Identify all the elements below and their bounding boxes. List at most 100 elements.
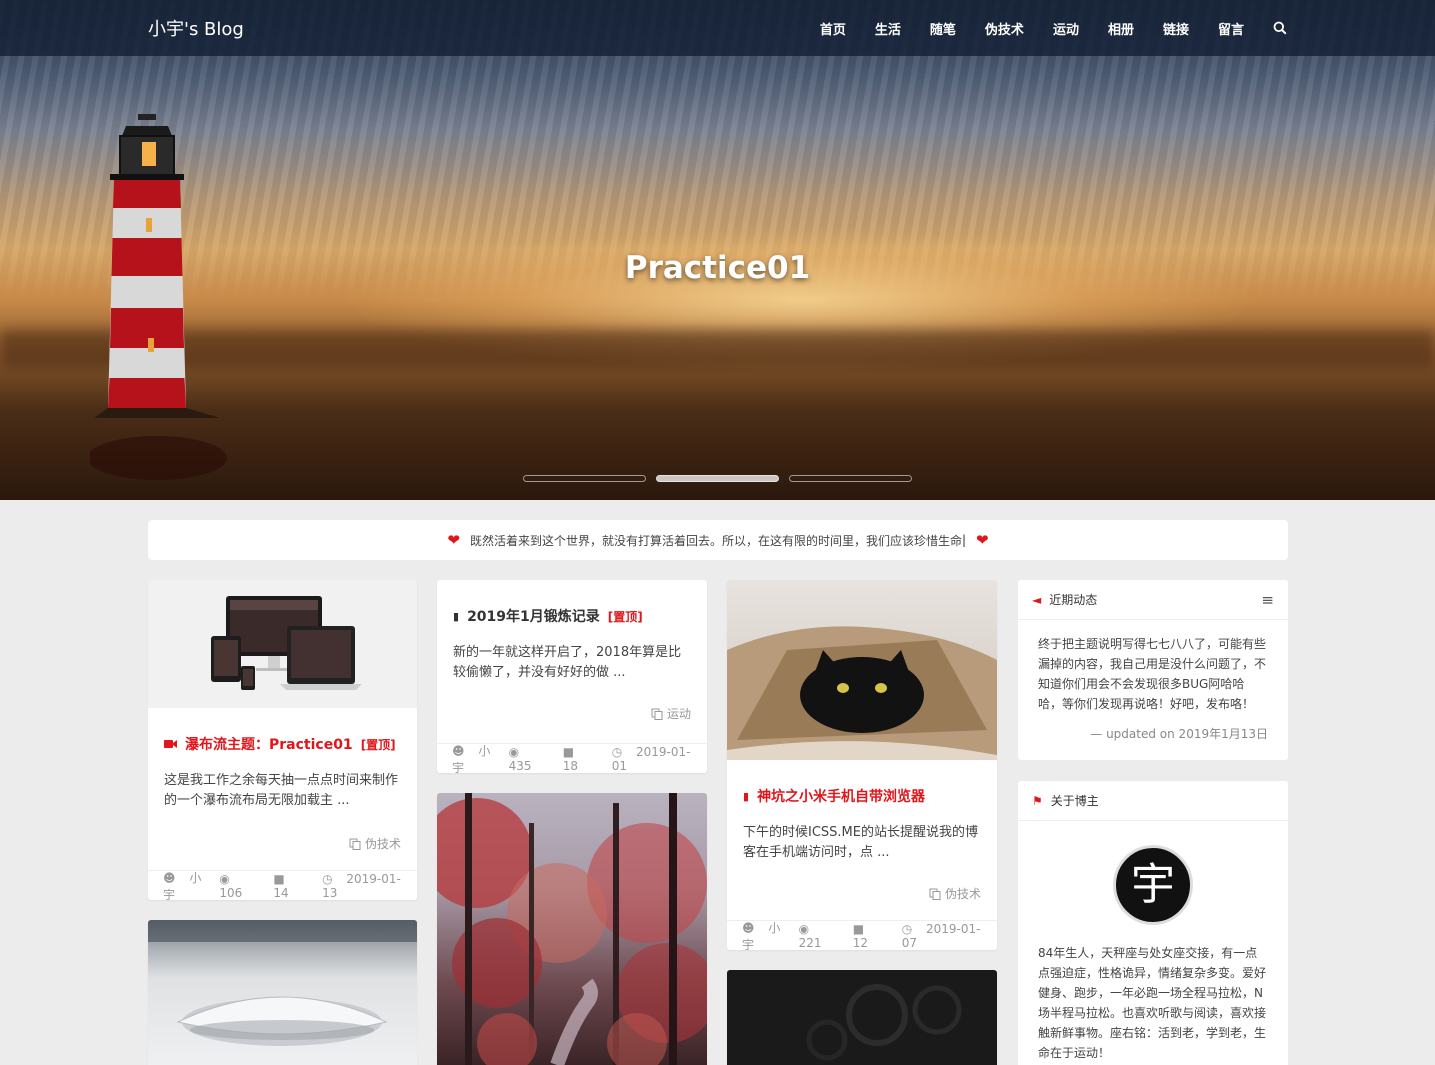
book-icon: ▮ bbox=[743, 789, 750, 803]
comments[interactable]: ■ 12 bbox=[853, 922, 892, 950]
widget-title: 关于博主 bbox=[1050, 794, 1099, 808]
recent-updates-widget: ◄ 近期动态 ≡ 终于把主题说明写得七七八八了，可能有些漏掉的内容，我自己用是没… bbox=[1018, 580, 1288, 760]
post-card[interactable] bbox=[148, 920, 417, 1065]
lighthouse-illustration bbox=[90, 114, 227, 480]
copy-icon bbox=[651, 708, 663, 720]
user-icon: ☻ bbox=[452, 743, 465, 758]
nav-item-guestbook[interactable]: 留言 bbox=[1218, 19, 1244, 38]
search-icon[interactable] bbox=[1273, 21, 1287, 35]
post-date: ◷ 2019-01-13 bbox=[322, 872, 402, 900]
widget-header: ⚑ 关于博主 bbox=[1018, 781, 1288, 821]
post-card[interactable] bbox=[727, 970, 997, 1065]
post-date-text: 2019-01-07 bbox=[901, 921, 981, 950]
recent-text: 终于把主题说明写得七七八八了，可能有些漏掉的内容，我自己用是没什么问题了，不知道… bbox=[1038, 637, 1267, 711]
site-brand[interactable]: 小宇's Blog bbox=[148, 15, 244, 41]
pinned-badge: [置顶] bbox=[360, 737, 396, 752]
nav-item-home[interactable]: 首页 bbox=[820, 19, 846, 38]
comment-icon: ■ bbox=[273, 871, 285, 886]
motto-text: 既然活着来到这个世界，就没有打算活着回去。所以，在这有限的时间里，我们应该珍惜生… bbox=[469, 533, 962, 548]
nav-item-links[interactable]: 链接 bbox=[1163, 19, 1189, 38]
post-thumbnail[interactable] bbox=[148, 920, 417, 1065]
about-text: 84年生人，天秤座与处女座交接，有一点点强迫症，性格诡异，情绪复杂多变。爱好健身… bbox=[1038, 946, 1267, 1060]
post-title-text: 神坑之小米手机自带浏览器 bbox=[757, 789, 926, 805]
views: ◉ 106 bbox=[219, 872, 263, 900]
views: ◉ 221 bbox=[799, 922, 843, 950]
post-title-text: 2019年1月锻炼记录 bbox=[467, 609, 600, 625]
nav-item-sport[interactable]: 运动 bbox=[1053, 19, 1079, 38]
author[interactable]: ☻ 小宇 bbox=[452, 742, 499, 774]
comment-count: 12 bbox=[852, 935, 869, 950]
post-title[interactable]: ▮ 2019年1月锻炼记录 [置顶] bbox=[453, 606, 691, 626]
devices-mockup-image bbox=[211, 596, 362, 690]
post-thumbnail[interactable] bbox=[727, 580, 997, 760]
cat-in-bag-image bbox=[727, 626, 997, 760]
widget-body: 终于把主题说明写得七七八八了，可能有些漏掉的内容，我自己用是没什么问题了，不知道… bbox=[1018, 620, 1288, 758]
nav-item-album[interactable]: 相册 bbox=[1108, 19, 1134, 38]
post-thumbnail[interactable] bbox=[148, 580, 417, 708]
video-icon bbox=[164, 740, 177, 748]
post-title-text: 瀑布流主题：Practice01 bbox=[185, 737, 353, 753]
post-date: ◷ 2019-01-01 bbox=[612, 745, 692, 773]
author[interactable]: ☻ 小宇 bbox=[742, 919, 789, 951]
pinned-badge: [置顶] bbox=[607, 609, 643, 624]
menu-icon[interactable]: ≡ bbox=[1261, 591, 1274, 609]
comment-count: 18 bbox=[562, 758, 579, 773]
updated-text: — updated on 2019年1月13日 bbox=[1090, 727, 1268, 741]
post-card[interactable]: ▮ 2019年1月锻炼记录 [置顶] 新的一年就这样开启了，2018年算是比较偷… bbox=[437, 580, 707, 773]
post-date: ◷ 2019-01-07 bbox=[902, 922, 982, 950]
dark-ornament-image bbox=[806, 984, 962, 1061]
slider-indicators bbox=[523, 475, 912, 482]
mouse-image bbox=[148, 920, 417, 1046]
post-card[interactable] bbox=[437, 793, 707, 1065]
post-category-label: 伪技术 bbox=[364, 837, 401, 851]
post-excerpt: 下午的时候ICSS.ME的站长提醒说我的博客在手机端访问时，点 ... bbox=[743, 825, 978, 860]
megaphone-icon: ◄ bbox=[1032, 592, 1042, 607]
comments[interactable]: ■ 14 bbox=[273, 872, 312, 900]
slider-dot-2[interactable] bbox=[656, 475, 779, 482]
widget-header: ◄ 近期动态 ≡ bbox=[1018, 580, 1288, 620]
book-icon: ▮ bbox=[453, 609, 460, 623]
avatar[interactable]: 宇 bbox=[1113, 845, 1193, 925]
bookmark-icon: ⚑ bbox=[1032, 793, 1043, 808]
widget-title: 近期动态 bbox=[1049, 593, 1098, 607]
post-category[interactable]: 运动 bbox=[453, 705, 691, 723]
view-count: 106 bbox=[219, 885, 243, 900]
post-thumbnail[interactable] bbox=[727, 970, 997, 1065]
slider-dot-1[interactable] bbox=[523, 475, 646, 482]
author[interactable]: ☻ 小宇 bbox=[163, 869, 209, 901]
comment-icon: ■ bbox=[562, 744, 575, 759]
post-meta: ☻ 小宇 ◉ 435 ■ 18 ◷ 2019-01-01 bbox=[437, 743, 707, 773]
autumn-forest-image bbox=[437, 793, 707, 1065]
user-icon: ☻ bbox=[163, 870, 176, 885]
eye-icon: ◉ bbox=[798, 921, 810, 936]
post-title[interactable]: 瀑布流主题：Practice01 [置顶] bbox=[164, 734, 401, 754]
motto-banner: ❤ 既然活着来到这个世界，就没有打算活着回去。所以，在这有限的时间里，我们应该珍… bbox=[148, 520, 1288, 560]
comments[interactable]: ■ 18 bbox=[563, 745, 602, 773]
post-meta: ☻ 小宇 ◉ 221 ■ 12 ◷ 2019-01-07 bbox=[727, 920, 997, 950]
post-category-label: 运动 bbox=[666, 707, 691, 721]
user-icon: ☻ bbox=[742, 920, 755, 935]
post-date-text: 2019-01-01 bbox=[611, 744, 691, 773]
slider-dot-3[interactable] bbox=[789, 475, 912, 482]
post-title[interactable]: ▮ 神坑之小米手机自带浏览器 bbox=[743, 786, 981, 806]
heart-icon: ❤ bbox=[976, 531, 989, 549]
about-author-widget: ⚑ 关于博主 宇 84年生人，天秤座与处女座交接，有一点点强迫症，性格诡异，情绪… bbox=[1018, 781, 1288, 1065]
post-card[interactable]: ▮ 神坑之小米手机自带浏览器 下午的时候ICSS.ME的站长提醒说我的博客在手机… bbox=[727, 580, 997, 950]
post-category[interactable]: 伪技术 bbox=[743, 885, 981, 903]
view-count: 435 bbox=[508, 758, 532, 773]
post-thumbnail[interactable] bbox=[437, 793, 707, 1065]
main-nav: 首页 生活 随笔 伪技术 运动 相册 链接 留言 bbox=[791, 0, 1287, 56]
nav-item-tech[interactable]: 伪技术 bbox=[985, 19, 1024, 38]
views: ◉ 435 bbox=[509, 745, 553, 773]
comment-icon: ■ bbox=[852, 921, 865, 936]
heart-icon: ❤ bbox=[447, 531, 460, 549]
post-date-text: 2019-01-13 bbox=[322, 871, 401, 900]
hero-slider[interactable]: Practice01 bbox=[0, 0, 1435, 500]
eye-icon: ◉ bbox=[508, 744, 520, 759]
post-category[interactable]: 伪技术 bbox=[164, 835, 401, 853]
nav-item-life[interactable]: 生活 bbox=[875, 19, 901, 38]
nav-item-essay[interactable]: 随笔 bbox=[930, 19, 956, 38]
post-category-label: 伪技术 bbox=[944, 887, 981, 901]
post-card[interactable]: 瀑布流主题：Practice01 [置顶] 这是我工作之余每天抽一点点时间来制作… bbox=[148, 580, 417, 900]
copy-icon bbox=[349, 838, 361, 850]
